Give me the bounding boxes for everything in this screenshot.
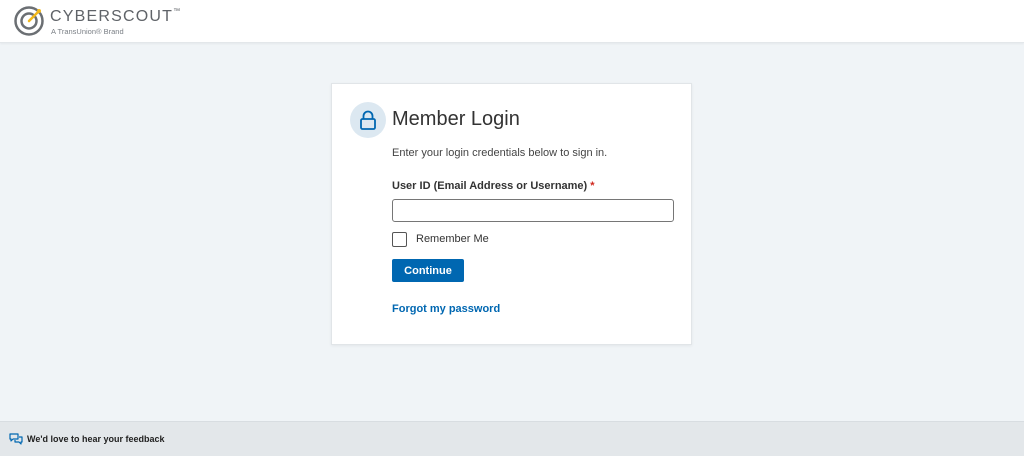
chat-bubbles-icon bbox=[9, 433, 23, 445]
remember-me-label[interactable]: Remember Me bbox=[416, 233, 489, 245]
logo-wordmark: CYBERSCOUT™ bbox=[50, 8, 181, 25]
lock-icon-badge bbox=[350, 102, 386, 138]
feedback-bar: We'd love to hear your feedback bbox=[0, 421, 1024, 456]
user-id-input[interactable] bbox=[392, 199, 674, 222]
top-bar: CYBERSCOUT™ A TransUnion® Brand bbox=[0, 0, 1024, 43]
user-id-label: User ID (Email Address or Username) * bbox=[392, 180, 595, 192]
page-title: Member Login bbox=[392, 108, 520, 130]
logo-tagline: A TransUnion® Brand bbox=[51, 27, 124, 36]
continue-button[interactable]: Continue bbox=[392, 259, 464, 282]
feedback-label: We'd love to hear your feedback bbox=[27, 434, 165, 444]
remember-me-checkbox[interactable] bbox=[392, 232, 407, 247]
member-login-card: Member Login Enter your login credential… bbox=[331, 83, 692, 345]
login-instructions: Enter your login credentials below to si… bbox=[392, 147, 608, 159]
forgot-password-link[interactable]: Forgot my password bbox=[392, 303, 500, 315]
required-marker: * bbox=[590, 180, 595, 192]
feedback-button[interactable]: We'd love to hear your feedback bbox=[9, 433, 165, 445]
lock-icon bbox=[360, 110, 376, 130]
cyberscout-logo-icon bbox=[14, 6, 44, 36]
